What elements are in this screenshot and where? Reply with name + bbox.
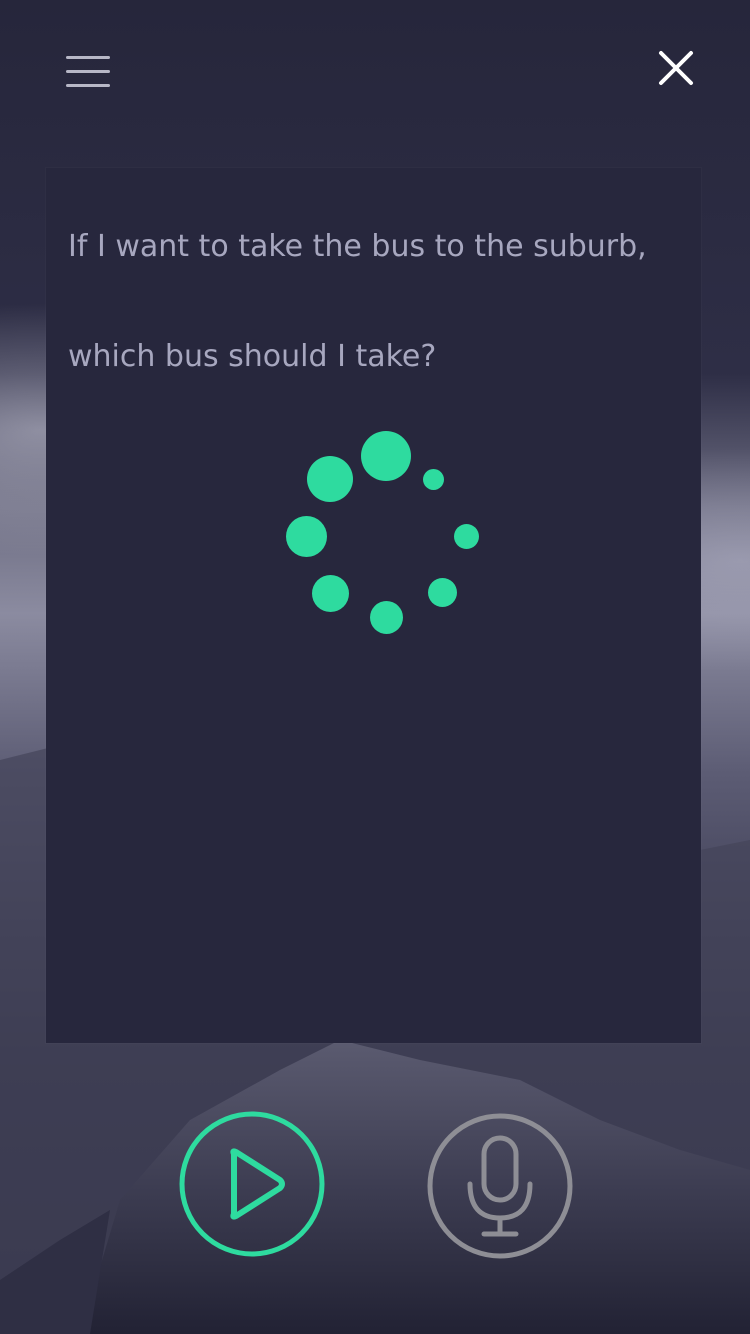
query-line: If I want to take the bus to the suburb, [68, 229, 647, 264]
spinner-dot [423, 469, 444, 490]
play-icon [179, 1111, 325, 1257]
spinner-dot [370, 601, 403, 634]
microphone-icon [427, 1113, 573, 1259]
play-button[interactable] [178, 1110, 326, 1258]
spinner-dot [312, 575, 349, 612]
spinner-dot [286, 516, 327, 557]
close-icon [659, 51, 693, 85]
menu-button[interactable] [58, 44, 118, 96]
loading-spinner [286, 431, 486, 634]
microphone-button[interactable] [426, 1112, 574, 1260]
query-line: which bus should I take? [68, 339, 437, 374]
spinner-dot [428, 578, 457, 607]
spinner-dot [361, 431, 411, 481]
spinner-dot [307, 456, 353, 502]
spinner-dot [454, 524, 479, 549]
assistant-panel: If I want to take the bus to the suburb,… [46, 168, 701, 1043]
top-bar [0, 0, 750, 140]
close-button[interactable] [650, 42, 702, 94]
user-query: If I want to take the bus to the suburb,… [68, 192, 688, 412]
controls-bar [0, 1100, 750, 1280]
